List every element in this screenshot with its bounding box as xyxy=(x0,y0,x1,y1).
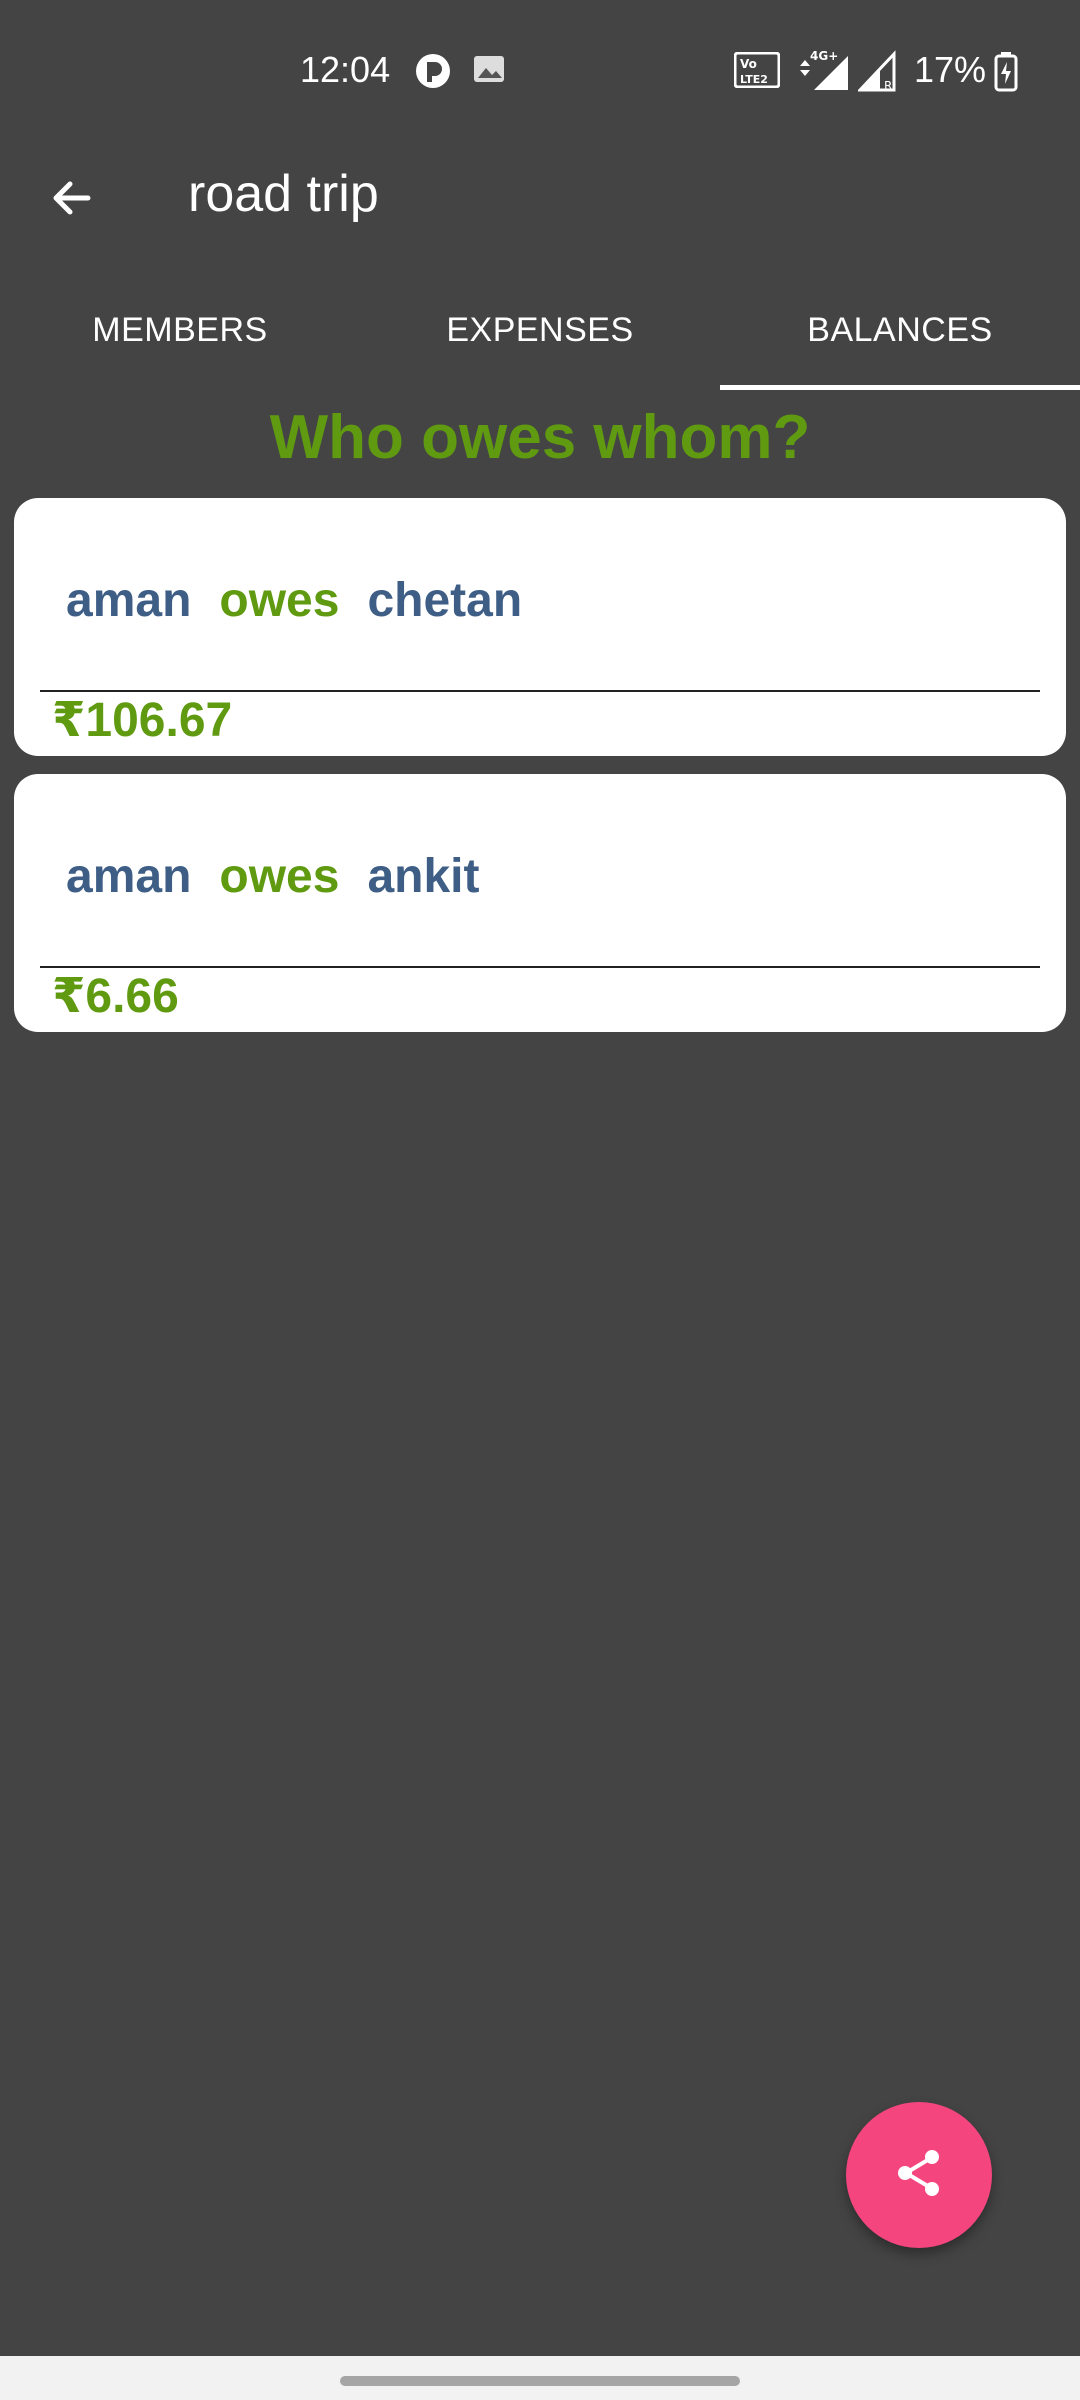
network-type-label: 4G+ xyxy=(810,49,838,63)
balance-amount: ₹6.66 xyxy=(52,970,179,1023)
owes-label: owes xyxy=(219,849,340,903)
share-button[interactable] xyxy=(846,2102,992,2248)
owes-label: owes xyxy=(219,573,340,627)
balance-card[interactable]: aman owes ankit ₹6.66 xyxy=(14,774,1066,1032)
creditor-name: chetan xyxy=(367,573,523,627)
balance-statement: aman owes chetan xyxy=(66,550,522,650)
debtor-name: aman xyxy=(66,573,192,627)
image-notification-icon xyxy=(472,52,506,91)
app-bar: road trip xyxy=(0,140,1080,240)
status-time: 12:04 xyxy=(300,49,391,90)
balance-amount: ₹106.67 xyxy=(52,694,233,747)
section-heading: Who owes whom? xyxy=(269,403,811,472)
card-divider xyxy=(40,966,1040,968)
tab-selected-indicator xyxy=(720,385,1080,390)
volte-icon: Vo LTE2 xyxy=(733,51,781,93)
battery-percentage: 17% xyxy=(914,49,987,90)
signal-roaming-icon: R xyxy=(856,50,898,97)
tab-members[interactable]: MEMBERS xyxy=(0,270,360,390)
back-button[interactable] xyxy=(36,164,108,236)
tab-label: EXPENSES xyxy=(446,310,634,349)
tab-balances[interactable]: BALANCES xyxy=(720,270,1080,390)
arrow-left-icon xyxy=(48,174,96,227)
system-nav-bar xyxy=(0,2356,1080,2400)
page-title: road trip xyxy=(188,165,379,223)
battery-charging-icon xyxy=(994,52,1018,97)
creditor-name: ankit xyxy=(367,849,480,903)
balance-statement: aman owes ankit xyxy=(66,826,479,926)
tab-label: MEMBERS xyxy=(92,310,268,349)
svg-text:Vo: Vo xyxy=(740,57,757,71)
screen: 12:04 Vo LTE2 4G+ R 17% road trip MEMBER… xyxy=(0,0,1080,2400)
tab-bar: MEMBERS EXPENSES BALANCES xyxy=(0,270,1080,390)
home-gesture-handle[interactable] xyxy=(340,2376,740,2386)
status-bar: 12:04 Vo LTE2 4G+ R 17% xyxy=(0,0,1080,140)
signal-4g-icon: 4G+ xyxy=(796,48,852,97)
svg-text:LTE2: LTE2 xyxy=(740,73,768,86)
svg-text:R: R xyxy=(884,79,892,92)
app-notification-icon xyxy=(414,52,452,95)
debtor-name: aman xyxy=(66,849,192,903)
balance-card[interactable]: aman owes chetan ₹106.67 xyxy=(14,498,1066,756)
tab-expenses[interactable]: EXPENSES xyxy=(360,270,720,390)
share-icon xyxy=(891,2145,947,2206)
tab-label: BALANCES xyxy=(807,310,993,349)
